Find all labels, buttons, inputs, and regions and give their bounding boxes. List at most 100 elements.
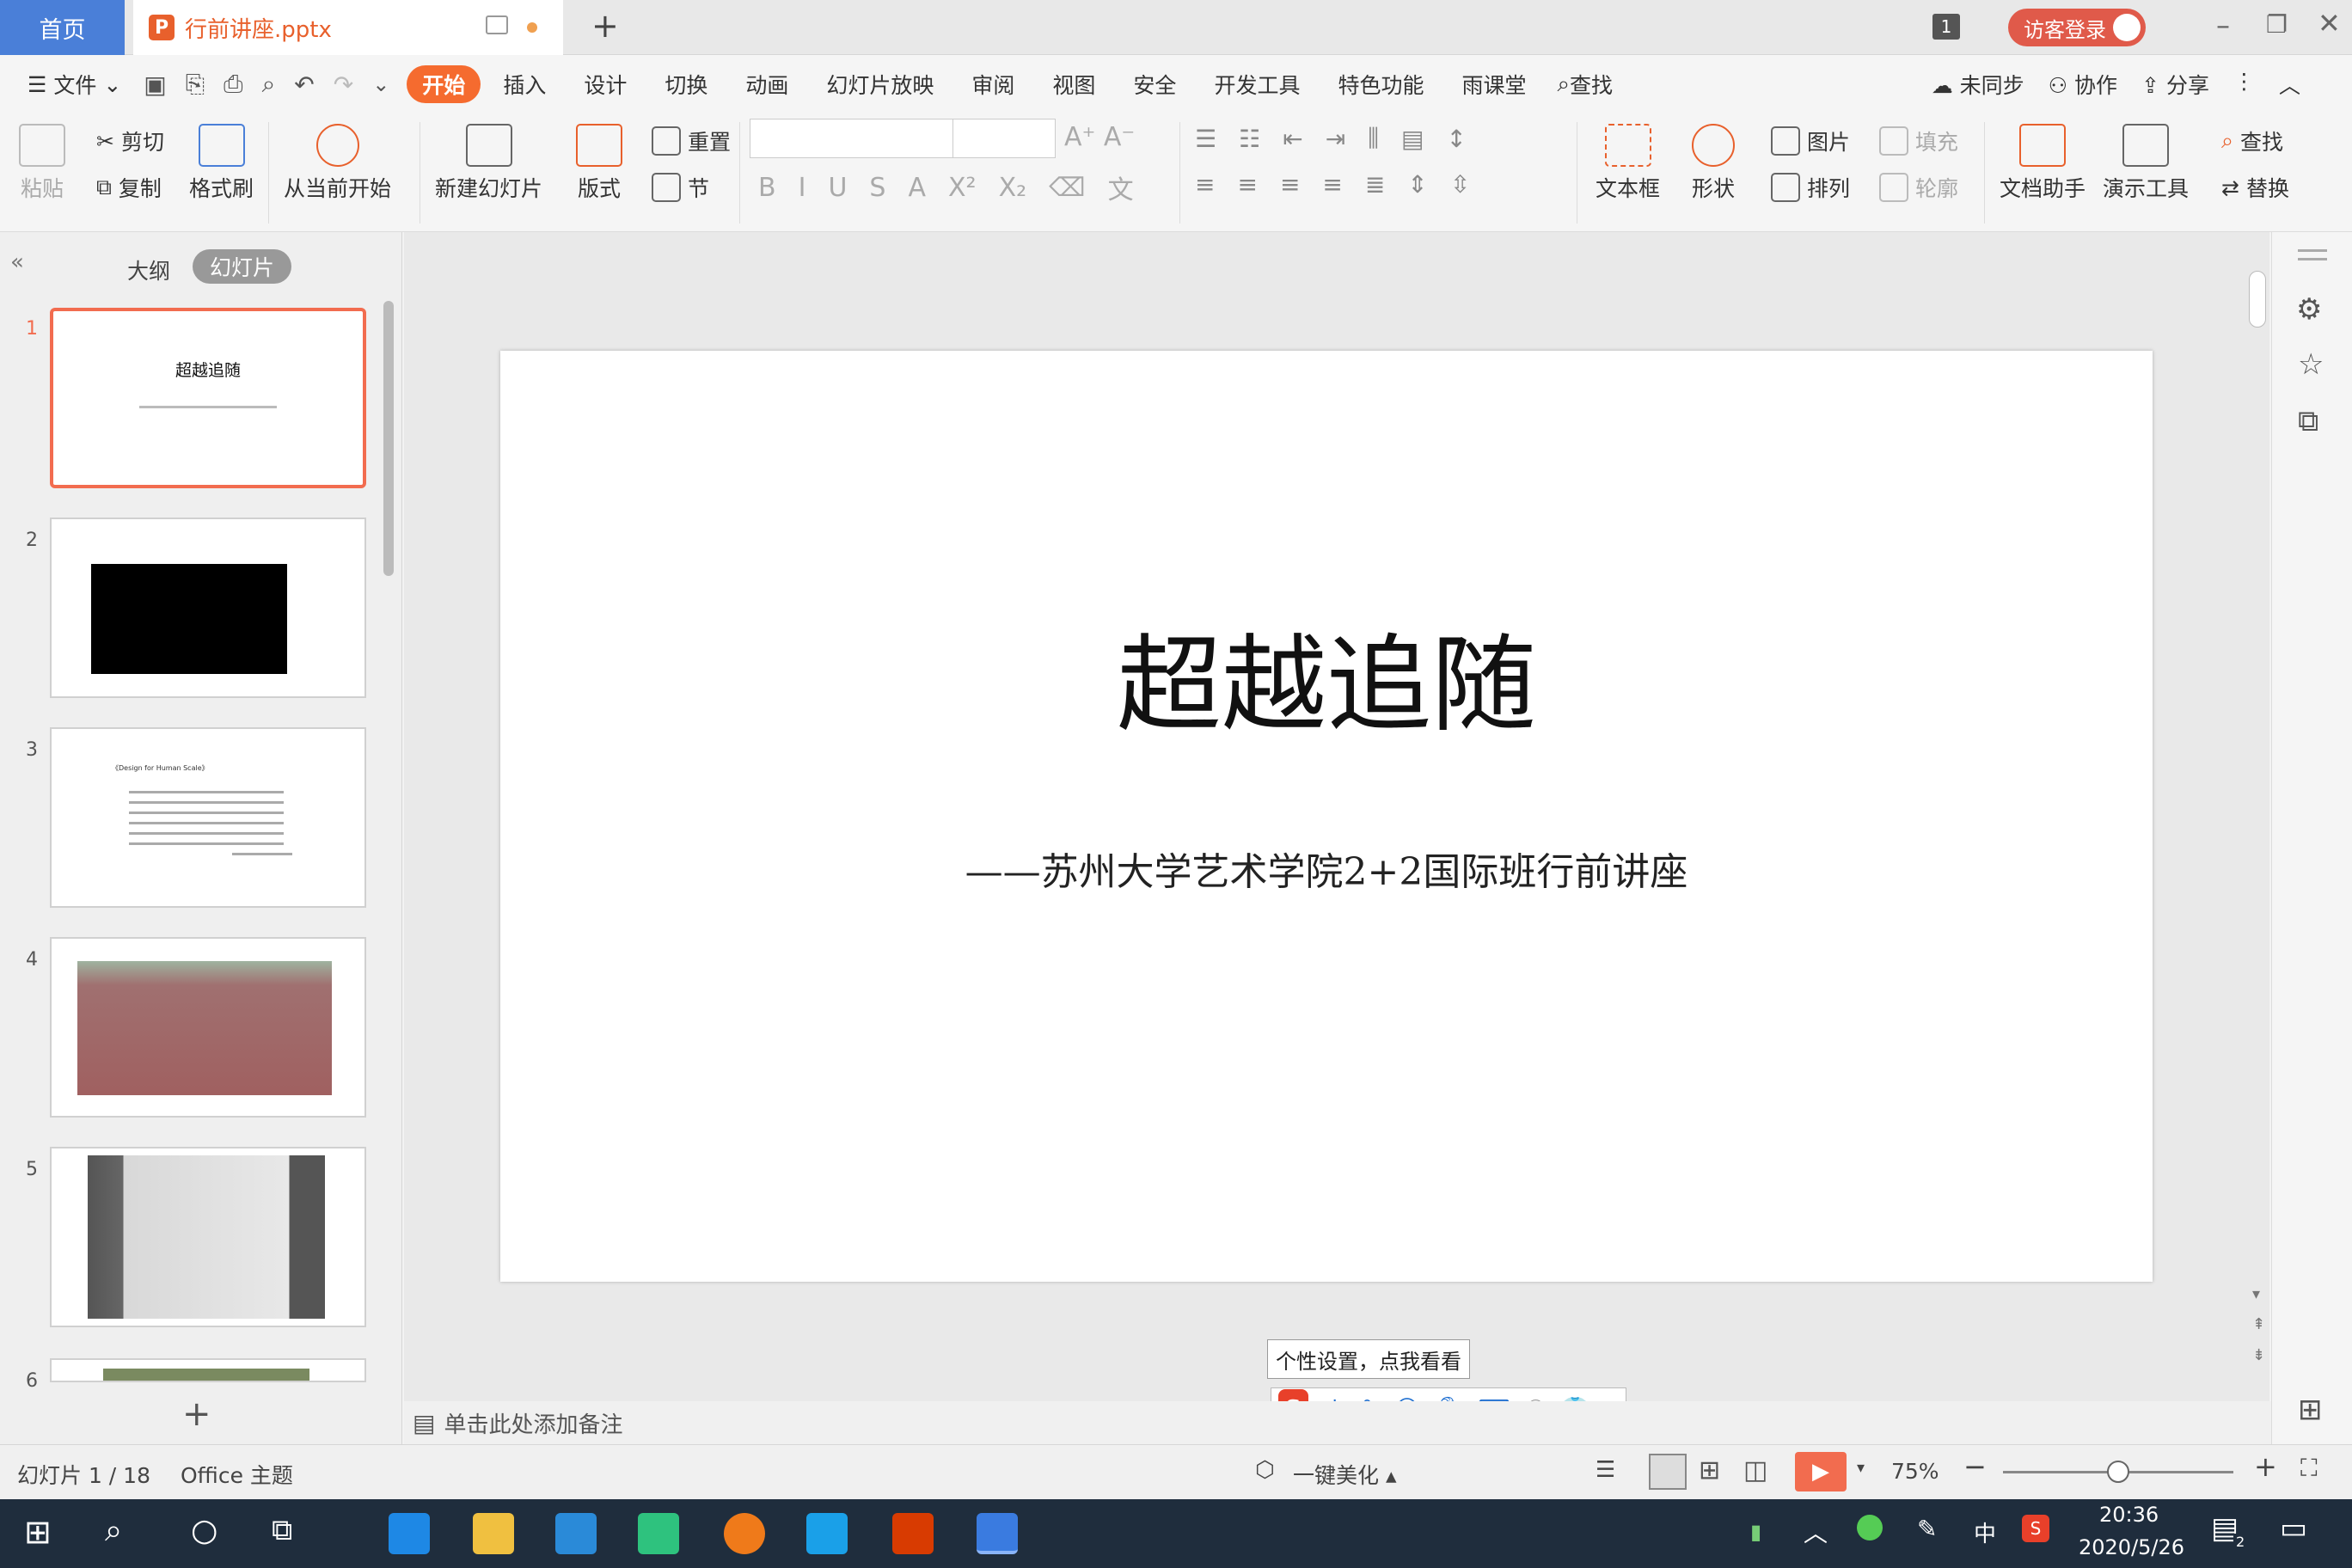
star-icon[interactable]: ☆: [2298, 347, 2324, 382]
sync-status[interactable]: ☁ 未同步: [1932, 69, 2024, 100]
align-right-icon[interactable]: ≡: [1280, 170, 1300, 199]
next-slide-icon[interactable]: ⇟: [2252, 1346, 2265, 1364]
font-size-buttons[interactable]: A⁺ A⁻: [1064, 122, 1135, 152]
redo-icon[interactable]: ↷: [334, 70, 353, 99]
undo-icon[interactable]: ↶: [294, 70, 314, 99]
justify-icon[interactable]: ≡: [1322, 170, 1342, 199]
firefox-icon[interactable]: [724, 1513, 765, 1554]
format-painter-button[interactable]: 格式刷: [189, 124, 254, 203]
font-color-icon[interactable]: A: [908, 173, 926, 203]
notes-area[interactable]: ▤ 单击此处添加备注: [404, 1401, 2271, 1444]
notes-toggle-icon[interactable]: ☰: [1596, 1457, 1615, 1483]
menu-tab-7[interactable]: 视图: [1037, 65, 1111, 103]
cortana-icon[interactable]: ○: [191, 1513, 217, 1548]
menu-tab-3[interactable]: 切换: [649, 65, 723, 103]
customize-chevron-icon[interactable]: ⌄: [372, 72, 389, 96]
pen-icon[interactable]: ✎: [1917, 1515, 1937, 1543]
collab-button[interactable]: ⚇ 协作: [2049, 69, 2117, 100]
phonetic-icon[interactable]: 文: [1108, 168, 1134, 206]
presentation-tools-button[interactable]: 演示工具: [2103, 124, 2189, 203]
spacing-icon[interactable]: ⇳: [1450, 170, 1470, 199]
menu-tab-9[interactable]: 开发工具: [1198, 65, 1315, 103]
slide-thumbnail-6[interactable]: [50, 1358, 366, 1382]
add-slide-plus-icon[interactable]: +: [182, 1394, 211, 1434]
subscript-icon[interactable]: X₂: [999, 173, 1027, 203]
textbox-button[interactable]: 文本框: [1596, 124, 1660, 203]
menu-tab-2[interactable]: 设计: [568, 65, 642, 103]
text-direction-icon[interactable]: ⫼: [1368, 124, 1379, 153]
search-label[interactable]: 查找: [1570, 69, 1613, 100]
clock-time[interactable]: 20:36: [2099, 1503, 2159, 1527]
task-view-icon[interactable]: ⧉: [272, 1513, 292, 1547]
line-spacing-icon[interactable]: ↕: [1447, 125, 1467, 153]
transition-icon[interactable]: ⧉: [2298, 404, 2318, 438]
fill-button[interactable]: 填充: [1879, 126, 1958, 156]
bullet-list-icon[interactable]: ☰: [1195, 125, 1216, 153]
tray-app-icon[interactable]: [1857, 1515, 1883, 1540]
settings-sliders-icon[interactable]: ⚙: [2296, 292, 2322, 327]
slide-thumbnail-2[interactable]: [50, 518, 366, 698]
qq-icon[interactable]: [806, 1513, 848, 1554]
play-from-current-button[interactable]: 从当前开始: [284, 124, 391, 203]
save-icon[interactable]: ▣: [144, 70, 166, 99]
shape-button[interactable]: 形状: [1692, 124, 1735, 203]
outdent-icon[interactable]: ⇤: [1283, 125, 1302, 153]
menu-tab-10[interactable]: 特色功能: [1322, 65, 1439, 103]
zoom-out-icon[interactable]: −: [1963, 1450, 1987, 1483]
prev-slide-icon[interactable]: ⇞: [2252, 1315, 2265, 1333]
collapse-pane-icon[interactable]: «: [10, 249, 24, 275]
play-slideshow-button[interactable]: ▶: [1795, 1452, 1847, 1491]
preview-icon[interactable]: ⌕: [262, 70, 276, 99]
outline-tab[interactable]: 大纲: [127, 254, 170, 285]
grid-apps-icon[interactable]: ⊞: [2298, 1393, 2323, 1427]
taskbar-search-icon[interactable]: ⌕: [105, 1513, 122, 1549]
export-icon[interactable]: ⎘: [186, 70, 205, 99]
close-icon[interactable]: ✕: [2318, 7, 2341, 40]
replace-button[interactable]: ⇄ 替换: [2221, 172, 2289, 203]
mail-icon[interactable]: [555, 1513, 597, 1554]
menu-tab-6[interactable]: 审阅: [956, 65, 1030, 103]
windows-start-icon[interactable]: ⊞: [24, 1513, 52, 1551]
zoom-slider-knob[interactable]: [2107, 1461, 2129, 1483]
outline-button[interactable]: 轮廓: [1879, 172, 1958, 203]
file-menu[interactable]: ☰ 文件 ⌄: [12, 65, 137, 103]
copy-button[interactable]: ⧉ 复制: [96, 172, 162, 203]
layout-button[interactable]: 版式: [576, 124, 622, 203]
columns-icon[interactable]: ▤: [1401, 125, 1424, 153]
monitor-icon[interactable]: [486, 15, 508, 34]
align-center-icon[interactable]: ≡: [1237, 170, 1257, 199]
share-button[interactable]: ⇪ 分享: [2141, 69, 2209, 100]
cut-button[interactable]: ✂ 剪切: [96, 126, 164, 156]
eraser-icon[interactable]: ⌫: [1049, 173, 1085, 203]
menu-tab-0[interactable]: 开始: [407, 65, 481, 103]
battery-icon[interactable]: ▮: [1750, 1520, 1761, 1544]
slide-thumbnail-3[interactable]: 《Design for Human Scale》: [50, 727, 366, 908]
beautify-button[interactable]: 一键美化 ▴: [1293, 1459, 1397, 1490]
guest-login-button[interactable]: 访客登录: [2008, 9, 2146, 46]
wps-taskbar-icon[interactable]: [977, 1513, 1018, 1554]
valign-icon[interactable]: ⇕: [1407, 170, 1427, 199]
picture-button[interactable]: 图片: [1771, 126, 1850, 156]
section-button[interactable]: 节: [652, 172, 709, 203]
theme-name[interactable]: Office 主题: [181, 1459, 293, 1490]
new-slide-button[interactable]: 新建幻灯片: [435, 124, 542, 203]
new-tab-plus-icon[interactable]: +: [591, 7, 619, 45]
reading-view-icon[interactable]: ◫: [1743, 1455, 1767, 1485]
zoom-level[interactable]: 75%: [1891, 1459, 1939, 1484]
menu-tab-5[interactable]: 幻灯片放映: [811, 65, 949, 103]
indent-icon[interactable]: ⇥: [1326, 125, 1345, 153]
font-size-select[interactable]: [952, 119, 1056, 158]
underline-icon[interactable]: U: [828, 173, 847, 203]
slide-subtitle[interactable]: ——苏州大学艺术学院2+2国际班行前讲座: [500, 841, 2153, 896]
superscript-icon[interactable]: X²: [948, 173, 977, 203]
home-tab[interactable]: 首页: [0, 0, 125, 55]
menu-tab-11[interactable]: 雨课堂: [1446, 65, 1541, 103]
normal-view-icon[interactable]: [1649, 1454, 1687, 1490]
panel-handle-icon[interactable]: [2298, 249, 2327, 252]
more-icon[interactable]: ⋮: [2233, 69, 2255, 100]
clock-date[interactable]: 2020/5/26: [2079, 1535, 2184, 1559]
reset-button[interactable]: 重置: [652, 126, 731, 156]
tray-expand-icon[interactable]: ︿: [1804, 1515, 1828, 1549]
numbered-list-icon[interactable]: ☷: [1239, 125, 1260, 153]
edge-browser-icon[interactable]: [389, 1513, 430, 1554]
